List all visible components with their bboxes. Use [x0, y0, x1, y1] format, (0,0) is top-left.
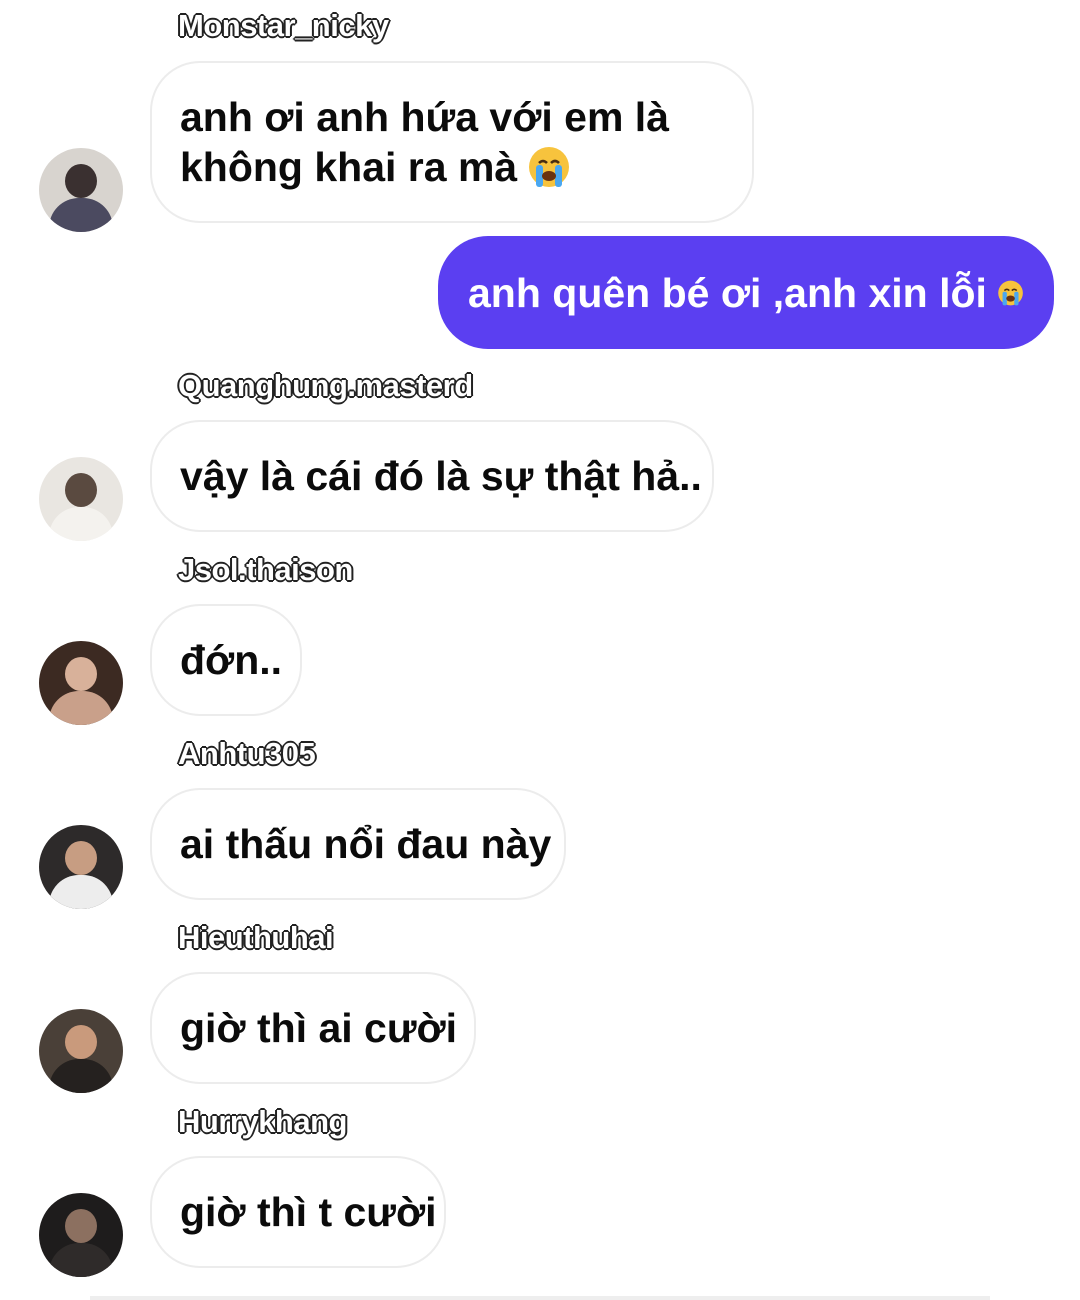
message-text: đớn..: [180, 637, 283, 683]
message-text: giờ thì t cười: [180, 1189, 437, 1235]
sender-name: Monstar_nicky: [178, 8, 389, 43]
message-bubble[interactable]: ai thấu nổi đau này: [150, 788, 566, 900]
divider: [90, 1296, 990, 1300]
crying-face-icon: [529, 147, 570, 187]
avatar[interactable]: [39, 457, 123, 541]
message-text-line: anh ơi anh hứa với em là: [180, 94, 669, 140]
crying-face-icon: [998, 280, 1023, 305]
message-bubble[interactable]: vậy là cái đó là sự thật hả..: [150, 420, 714, 532]
sender-name: Anhtu305: [178, 736, 316, 771]
message-text: giờ thì ai cười: [180, 1005, 458, 1051]
avatar[interactable]: [39, 1009, 123, 1093]
avatar[interactable]: [39, 641, 123, 725]
avatar[interactable]: [39, 148, 123, 232]
message-text: ai thấu nổi đau này: [180, 821, 552, 867]
avatar[interactable]: [39, 825, 123, 909]
sender-name: Hurrykhang: [178, 1104, 347, 1139]
message-text: anh quên bé ơi ,anh xin lỗi: [468, 269, 987, 316]
sender-name: Jsol.thaison: [178, 552, 353, 587]
message-bubble[interactable]: đớn..: [150, 604, 302, 716]
message-bubble[interactable]: giờ thì t cười: [150, 1156, 446, 1268]
message-text-line: không khai ra mà: [180, 144, 518, 190]
sender-name: Hieuthuhai: [178, 920, 334, 955]
sender-name: Quanghung.masterd: [178, 368, 473, 403]
message-text: vậy là cái đó là sự thật hả..: [180, 453, 702, 499]
outgoing-message-bubble[interactable]: anh quên bé ơi ,anh xin lỗi: [438, 236, 1054, 349]
message-bubble[interactable]: giờ thì ai cười: [150, 972, 476, 1084]
message-bubble[interactable]: anh ơi anh hứa với em là không khai ra m…: [150, 61, 754, 223]
avatar[interactable]: [39, 1193, 123, 1277]
